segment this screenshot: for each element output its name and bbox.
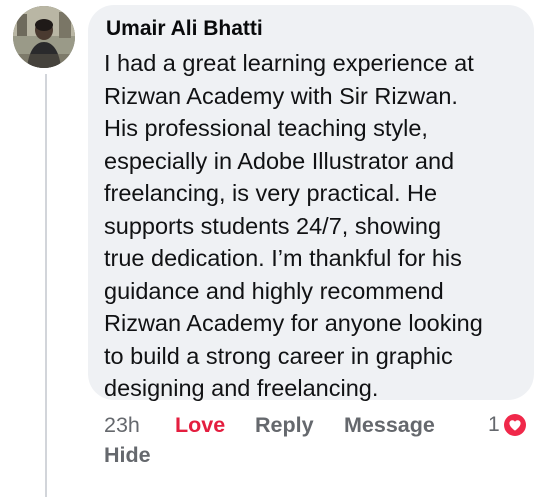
comment-timestamp[interactable]: 23h: [104, 410, 140, 440]
love-heart-icon: [502, 412, 528, 438]
comment-bubble: Umair Ali Bhatti I had a great learning …: [88, 5, 534, 401]
comment-text-line: especially in Adobe Illustrator and: [104, 147, 455, 174]
comment-text-line: to build a strong career in graphic: [104, 342, 453, 369]
avatar[interactable]: [13, 6, 75, 68]
comment-author[interactable]: Umair Ali Bhatti: [106, 17, 263, 41]
comment-text-line: true dedication. I’m thankful for his: [104, 245, 462, 271]
reply-button[interactable]: Reply: [255, 410, 314, 440]
love-button[interactable]: Love: [175, 410, 225, 440]
message-button[interactable]: Message: [344, 410, 435, 440]
comment-text-line: His professional teaching style,: [104, 115, 428, 141]
reaction-summary[interactable]: 1: [488, 410, 528, 440]
comment-text-line: Rizwan Academy with Sir Rizwan.: [104, 82, 458, 109]
comment-text-line: I had a great learning experience at: [104, 50, 474, 76]
avatar-photo: [13, 6, 75, 68]
thread-line: [45, 74, 47, 497]
comment-text-line: Rizwan Academy for anyone looking: [104, 310, 483, 336]
comment-text-line: freelancing, is very practical. He: [104, 180, 438, 206]
comment-text-line: supports students 24/7, showing: [104, 212, 442, 239]
comment-text-line: guidance and highly recommend: [104, 277, 444, 304]
hide-button[interactable]: Hide: [104, 440, 151, 470]
comment-text: I had a great learning experience at Riz…: [104, 47, 524, 405]
reaction-count: 1: [488, 413, 500, 436]
comment-text-line: designing and freelancing.: [104, 375, 379, 401]
